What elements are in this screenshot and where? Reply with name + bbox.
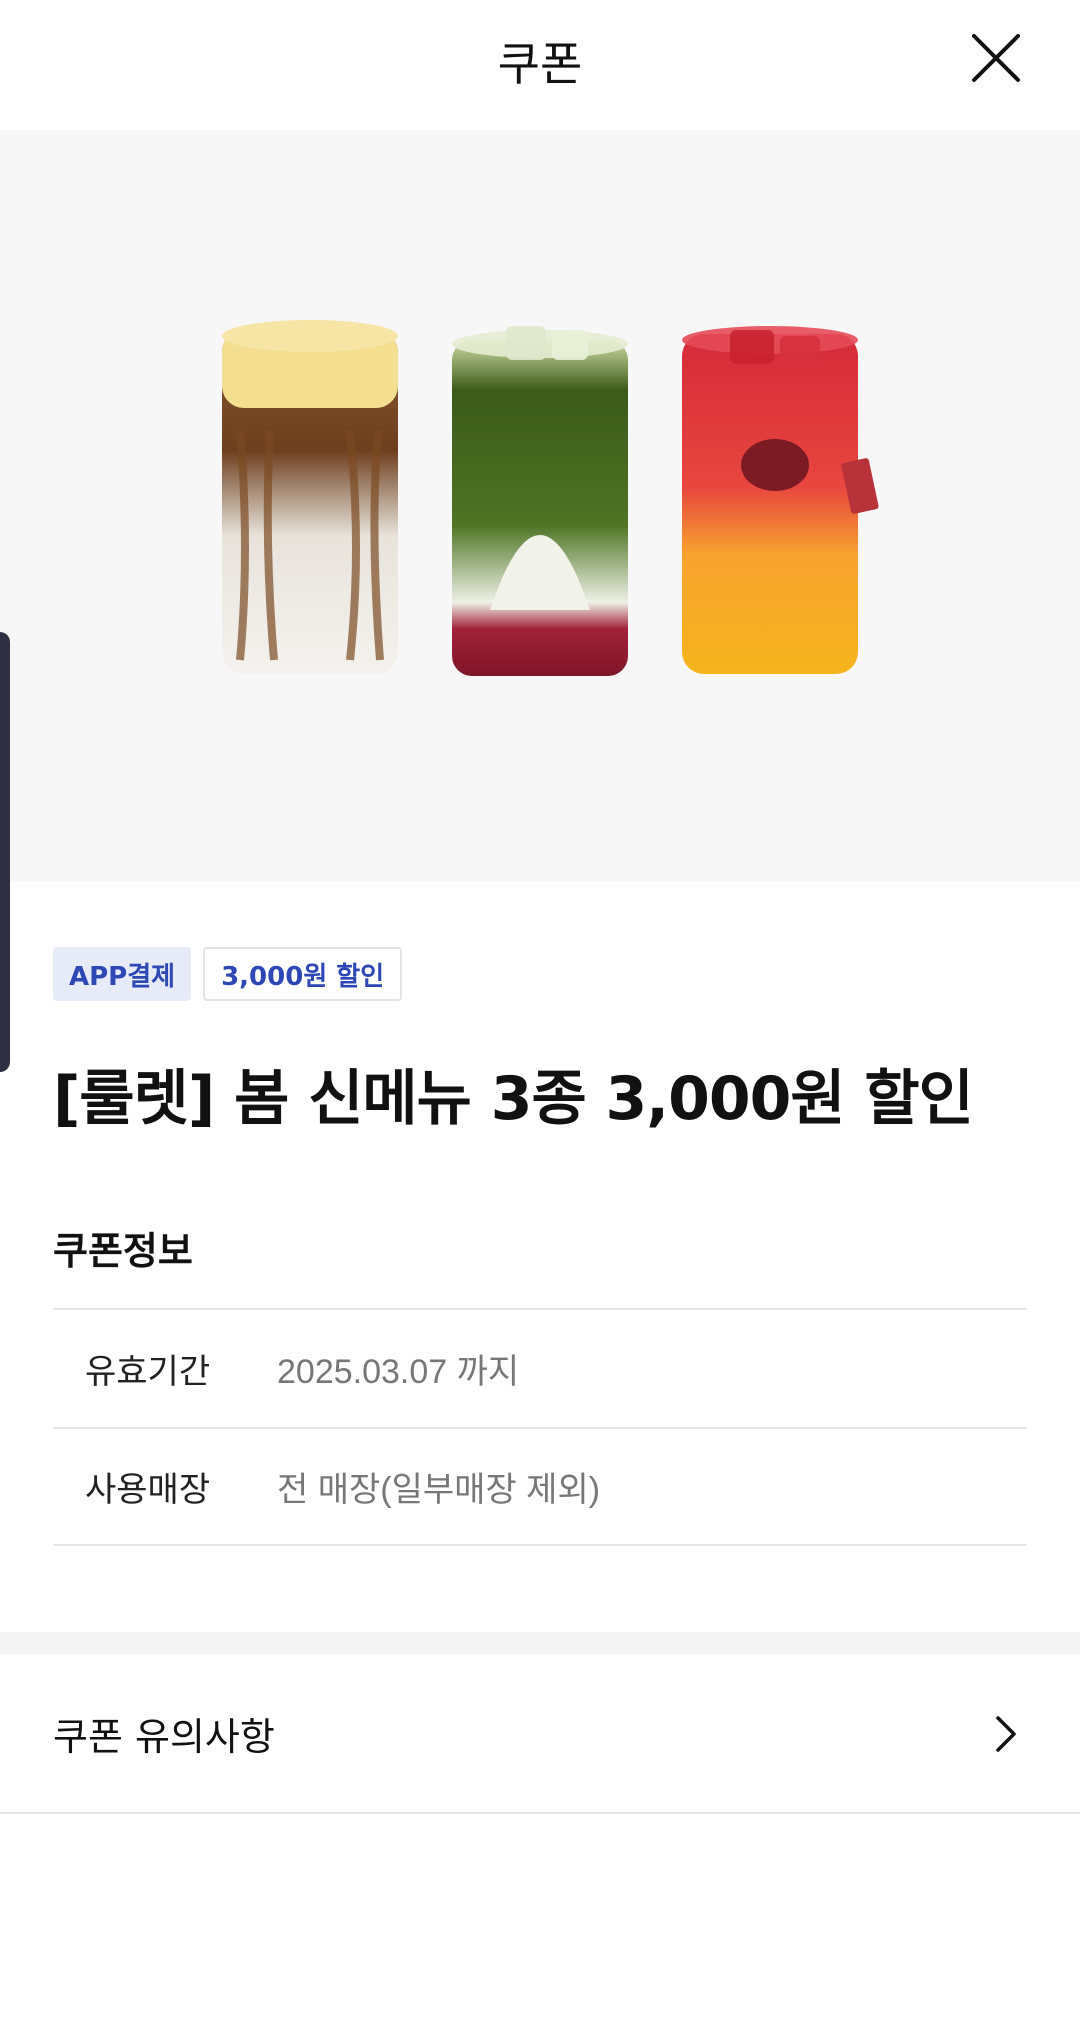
info-label: 사용매장 xyxy=(85,1470,211,1510)
info-value: 전 매장(일부매장 제외) xyxy=(277,1471,601,1509)
payment-type-badge: APP결제 xyxy=(53,947,192,1001)
coupon-info-heading: 쿠폰정보 xyxy=(53,1229,193,1273)
coupon-notice-label: 쿠폰 유의사항 xyxy=(53,1715,275,1759)
section-divider xyxy=(0,1632,1080,1654)
coupon-title: [룰렛] 봄 신메뉴 3종 3,000원 할인 xyxy=(53,1064,974,1134)
close-icon[interactable] xyxy=(968,30,1024,86)
discount-badge: 3,000원 할인 xyxy=(203,947,403,1001)
coupon-info-table: 유효기간 2025.03.07 까지 사용매장 전 매장(일부매장 제외) xyxy=(53,1308,1027,1546)
info-label: 유효기간 xyxy=(85,1352,211,1392)
coupon-badges: APP결제 3,000원 할인 xyxy=(53,947,403,1001)
tea-cup xyxy=(682,326,879,674)
coupon-product-image xyxy=(0,130,1080,882)
top-bar: 쿠폰 xyxy=(0,0,1080,130)
matcha-cup xyxy=(452,326,628,676)
info-row-stores: 사용매장 전 매장(일부매장 제외) xyxy=(53,1427,1027,1546)
three-drinks-image xyxy=(222,320,879,676)
chevron-right-icon xyxy=(996,1716,1016,1752)
latte-cup xyxy=(222,320,398,674)
coupon-notice-link[interactable]: 쿠폰 유의사항 xyxy=(0,1654,1080,1814)
side-drawer-handle[interactable] xyxy=(0,632,10,1072)
page-title: 쿠폰 xyxy=(497,37,583,91)
info-value: 2025.03.07 까지 xyxy=(277,1353,520,1391)
info-row-validity: 유효기간 2025.03.07 까지 xyxy=(53,1308,1027,1427)
